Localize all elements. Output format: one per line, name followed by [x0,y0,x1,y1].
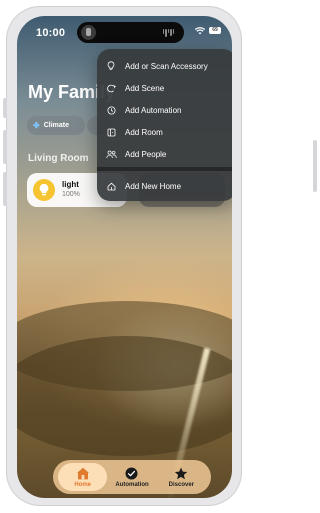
tab-label: Home [74,481,91,488]
house-icon [97,182,125,191]
clock-icon [97,106,125,115]
tab-bar: Home Automation Discover [53,460,211,494]
status-time: 10:00 [36,27,66,39]
section-title-living-room[interactable]: Living Room [28,153,89,164]
volume-down-button [3,172,7,206]
menu-item-label: Add or Scan Accessory [125,61,208,71]
tab-label: Discover [168,481,194,488]
lightbulb-icon [97,61,125,71]
accessory-status: 100% [62,191,80,198]
tab-label: Automation [115,481,149,488]
dynamic-island[interactable] [77,22,184,43]
volume-up-button [3,130,7,164]
menu-divider [97,167,232,171]
scene-icon [97,84,125,93]
chip-label: Climate [43,122,69,129]
house-icon [76,467,90,480]
tab-home[interactable]: Home [58,463,108,491]
tab-automation[interactable]: Automation [107,463,156,491]
menu-item-add-accessory[interactable]: Add or Scan Accessory [97,56,232,76]
menu-item-label: Add New Home [125,181,182,191]
menu-item-label: Add Scene [125,83,165,93]
now-playing-thumbnail [81,25,96,40]
power-button [313,140,317,192]
lightbulb-icon[interactable] [33,179,55,201]
room-icon [97,128,125,137]
background-hill [17,336,232,456]
menu-item-add-new-home[interactable]: Add New Home [97,176,232,196]
fan-icon: ✤ [33,121,40,130]
add-menu: Add or Scan Accessory Add Scene Add Auto… [97,49,232,201]
menu-item-add-scene[interactable]: Add Scene [97,78,232,98]
menu-item-add-automation[interactable]: Add Automation [97,100,232,120]
clock-icon [125,467,138,480]
menu-item-label: Add People [125,149,167,159]
action-button [3,98,7,118]
audio-wave-icon [162,29,174,37]
menu-item-label: Add Room [125,127,163,137]
tab-discover[interactable]: Discover [157,463,206,491]
screen: 10:00 69 My Family ✤ Climate Living Room… [17,16,232,498]
star-icon [174,467,188,480]
people-icon [97,150,125,159]
menu-item-add-room[interactable]: Add Room [97,122,232,142]
status-bar: 10:00 69 [17,16,232,52]
wifi-icon [195,27,205,35]
accessory-name: light [62,180,79,189]
chip-climate[interactable]: ✤ Climate [27,116,85,135]
menu-item-add-people[interactable]: Add People [97,144,232,164]
battery-icon: 69 [209,27,221,34]
menu-item-label: Add Automation [125,105,182,115]
